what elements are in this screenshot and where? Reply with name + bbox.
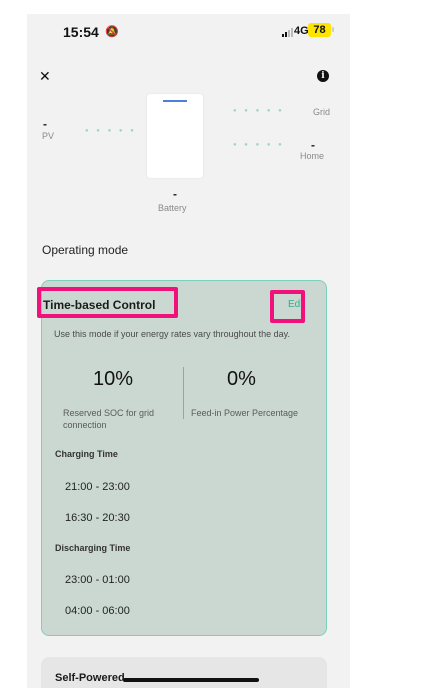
network-type: 4G [294,25,309,37]
discharging-time-2: 04:00 - 06:00 [65,605,130,617]
feed-in-value: 0% [227,368,256,390]
status-time: 15:54 [63,24,99,40]
home-label: Home [300,151,325,161]
operating-mode-title: Operating mode [42,243,129,257]
pv-label: PV [42,131,55,141]
mode-name-highlight [37,287,178,318]
battery-level: 78 [308,23,331,37]
reserved-soc-value: 10% [93,368,134,390]
grid-flow-dots: ● ● ● ● ● [233,108,285,114]
battery-value: - [173,187,177,201]
close-icon[interactable]: ✕ [39,68,51,85]
info-icon[interactable]: i [317,70,329,82]
battery-device-image [147,94,203,178]
battery-nub [332,27,334,32]
pv-flow-dots: ● ● ● ● ● [85,128,137,134]
battery-label: Battery [158,203,187,213]
device-logo [163,100,187,102]
stat-divider [183,367,184,419]
pv-value: - [43,117,47,131]
discharging-time-title: Discharging Time [55,543,131,553]
grid-label: Grid [313,107,331,117]
self-powered-title: Self-Powered [55,672,125,684]
charging-time-2: 16:30 - 20:30 [65,512,130,524]
feed-in-label: Feed-in Power Percentage [191,408,299,418]
mode-description: Use this mode if your energy rates vary … [54,329,290,339]
charging-time-title: Charging Time [55,449,118,459]
discharging-time-1: 23:00 - 01:00 [65,574,130,586]
home-indicator [123,678,259,682]
bell-muted-icon: 🔕 [105,26,119,38]
reserved-soc-label: Reserved SOC for grid connection [63,408,155,430]
app-screen: 15:54 🔕 4G 78 ✕ i - PV ● ● ● ● ● ● ● ● ●… [27,14,350,688]
edit-highlight [270,290,305,323]
home-value: - [311,138,315,152]
status-bar: 15:54 🔕 4G 78 [27,14,350,50]
charging-time-1: 21:00 - 23:00 [65,481,130,493]
home-flow-dots: ● ● ● ● ● [233,142,285,148]
